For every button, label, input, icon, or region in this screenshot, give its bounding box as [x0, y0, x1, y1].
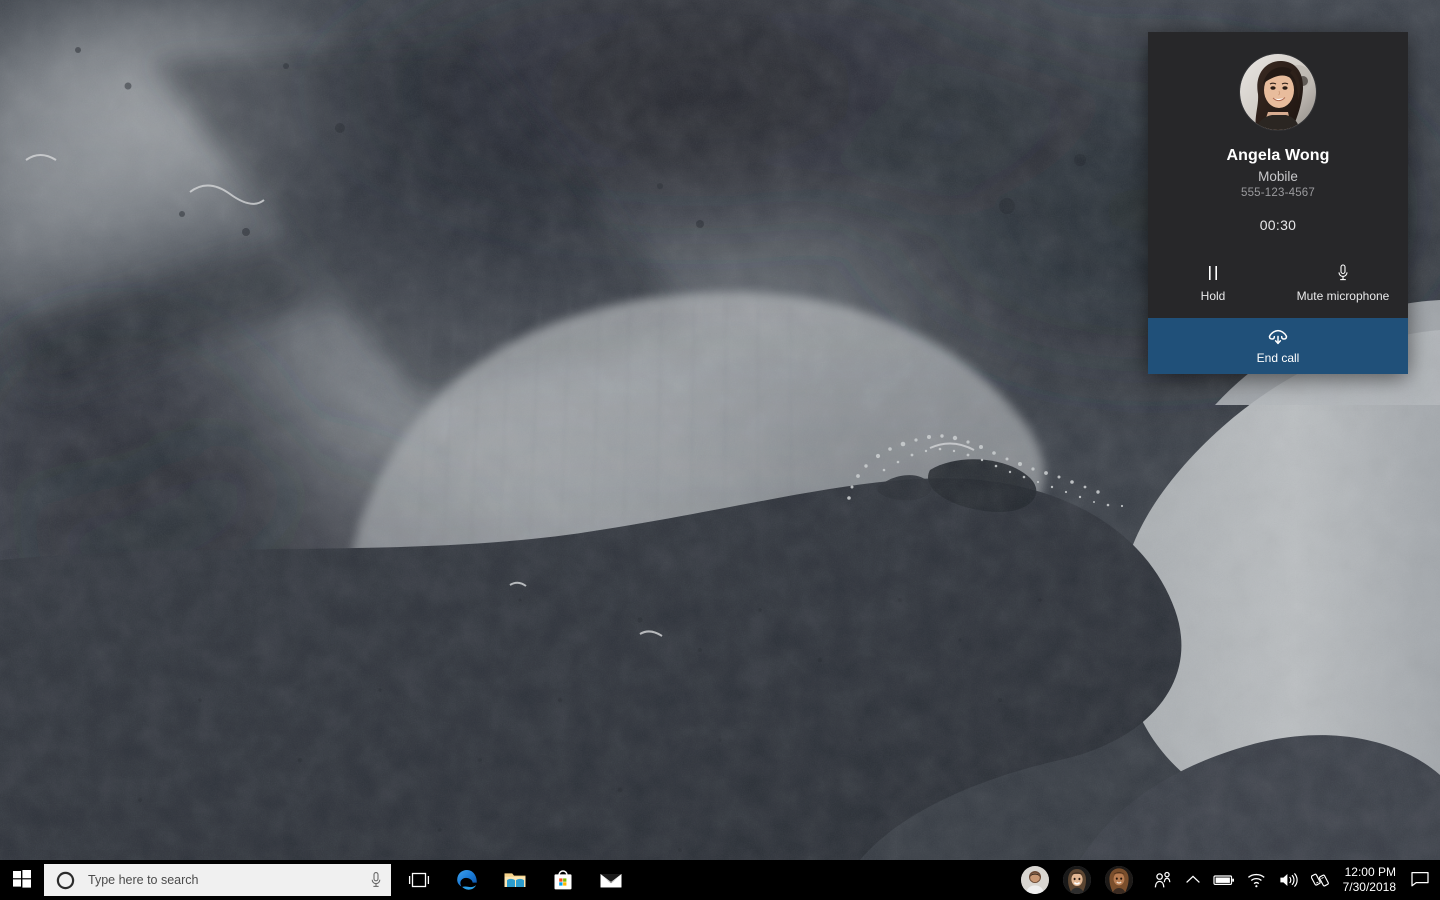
- contact-phone-number: 555-123-4567: [1240, 187, 1316, 199]
- people-icon: [1153, 871, 1173, 889]
- end-call-icon: [1267, 328, 1289, 346]
- mute-microphone-button[interactable]: Mute microphone: [1278, 259, 1408, 313]
- windows-logo-icon: [13, 869, 31, 891]
- end-call-button[interactable]: End call: [1148, 318, 1408, 374]
- action-center-button[interactable]: [1406, 860, 1434, 900]
- mute-microphone-button-label: Mute microphone: [1296, 289, 1390, 303]
- contact-avatar: [1240, 54, 1316, 130]
- desktop[interactable]: Angela Wong Mobile 555-123-4567 00:30 Ho…: [0, 0, 1440, 900]
- pause-icon: [1207, 263, 1219, 283]
- task-view-button[interactable]: [395, 860, 443, 900]
- clock[interactable]: 12:00 PM 7/30/2018: [1335, 860, 1406, 900]
- network-button[interactable]: [1241, 860, 1273, 900]
- search-placeholder-text: Type here to search: [88, 873, 199, 887]
- action-center-icon: [1411, 871, 1429, 890]
- envelope-icon: [599, 871, 623, 890]
- my-people-avatars: [1020, 866, 1133, 894]
- clock-time: 12:00 PM: [1344, 865, 1396, 879]
- call-duration-timer: 00:30: [1259, 217, 1297, 233]
- phone-link-button[interactable]: [1305, 860, 1335, 900]
- call-flyout-panel[interactable]: Angela Wong Mobile 555-123-4567 00:30 Ho…: [1148, 32, 1408, 374]
- store-bag-icon: [552, 869, 574, 891]
- contact-name: Angela Wong: [1226, 147, 1330, 164]
- people-avatar-3[interactable]: [1104, 866, 1133, 894]
- microphone-icon[interactable]: [369, 871, 383, 889]
- edge-button[interactable]: [443, 860, 491, 900]
- hold-button-label: Hold: [1200, 289, 1226, 303]
- edge-icon: [455, 868, 479, 892]
- search-input[interactable]: Type here to search: [44, 864, 391, 896]
- people-avatar-2[interactable]: [1062, 866, 1091, 894]
- speaker-icon: [1279, 872, 1299, 888]
- mail-button[interactable]: [587, 860, 635, 900]
- system-tray: 12:00 PM 7/30/2018: [1020, 860, 1440, 900]
- volume-button[interactable]: [1273, 860, 1305, 900]
- chevron-up-icon: [1185, 874, 1201, 886]
- battery-icon: [1213, 873, 1235, 887]
- taskbar[interactable]: Type here to search 12:00 PM 7/30/2018: [0, 860, 1440, 900]
- taskbar-pinned-apps: [395, 860, 635, 900]
- call-panel-body: Angela Wong Mobile 555-123-4567 00:30 Ho…: [1148, 32, 1408, 318]
- file-explorer-button[interactable]: [491, 860, 539, 900]
- battery-button[interactable]: [1207, 860, 1241, 900]
- task-view-icon: [408, 871, 430, 889]
- wifi-icon: [1247, 873, 1267, 888]
- my-people-button[interactable]: [1147, 860, 1179, 900]
- phone-link-icon: [1310, 871, 1329, 889]
- hold-button[interactable]: Hold: [1148, 259, 1278, 313]
- cortana-ring-icon[interactable]: [56, 871, 75, 890]
- call-actions: Hold Mute microphone: [1148, 259, 1408, 313]
- contact-type: Mobile: [1258, 169, 1298, 184]
- microphone-icon: [1336, 263, 1350, 283]
- folder-icon: [503, 870, 527, 890]
- end-call-button-label: End call: [1256, 350, 1300, 365]
- start-button[interactable]: [0, 860, 44, 900]
- microsoft-store-button[interactable]: [539, 860, 587, 900]
- show-hidden-icons-button[interactable]: [1179, 860, 1207, 900]
- clock-date: 7/30/2018: [1342, 880, 1396, 894]
- people-avatar-1[interactable]: [1020, 866, 1049, 894]
